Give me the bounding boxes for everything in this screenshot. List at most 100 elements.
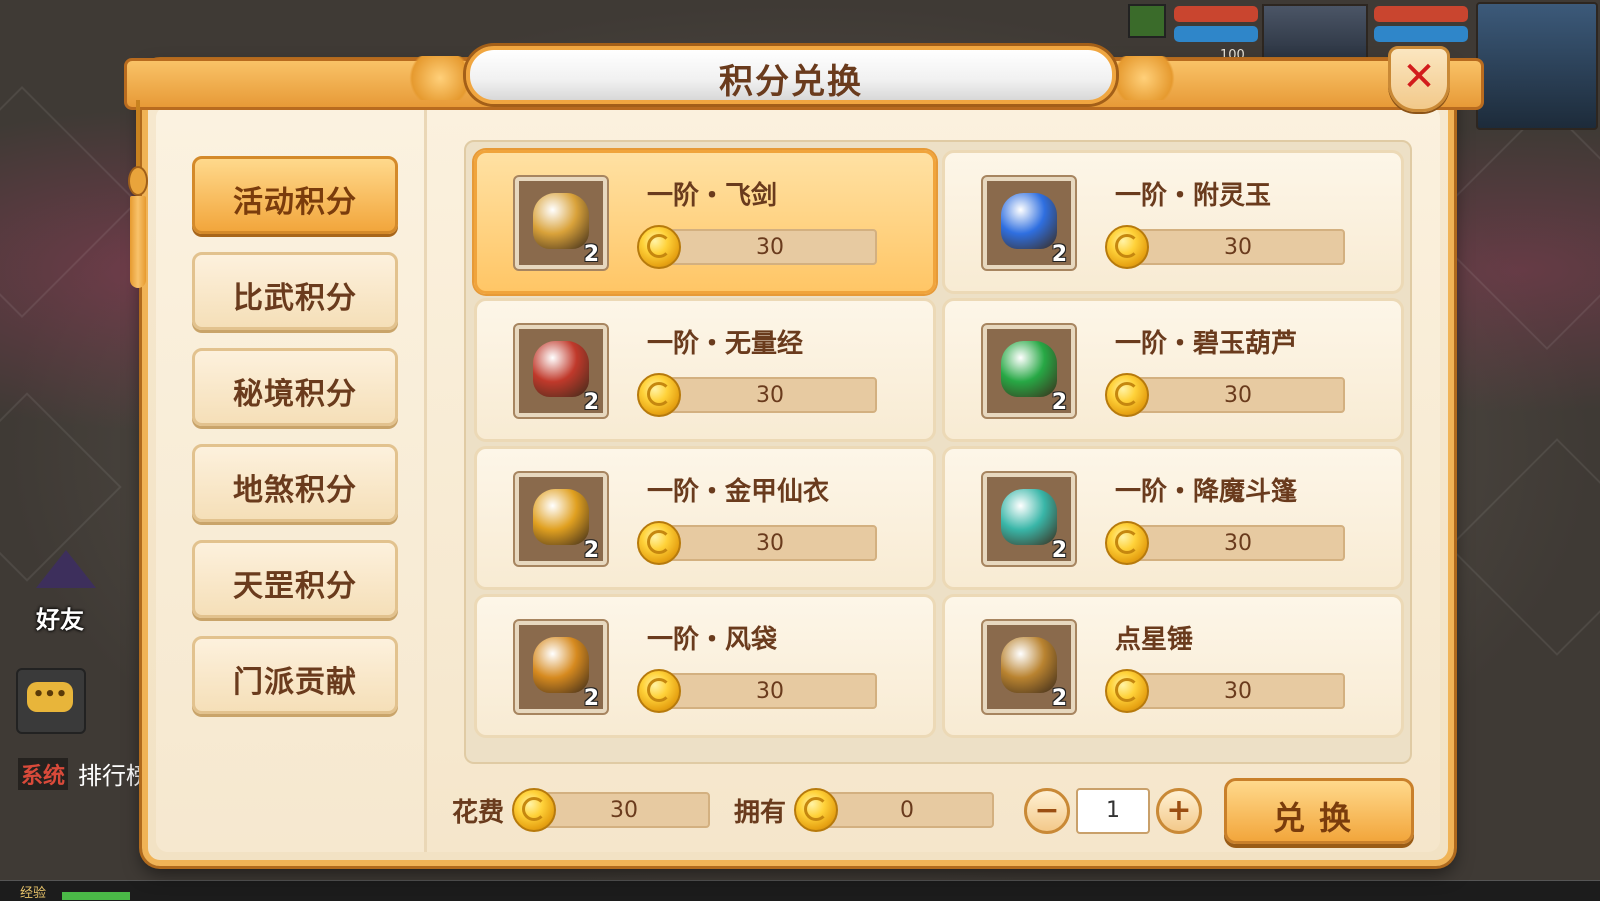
item-icon-frame: 2 bbox=[515, 473, 607, 565]
flying-sword-icon bbox=[533, 193, 589, 249]
minus-icon: − bbox=[1034, 793, 1060, 828]
item-price-bar: 30 bbox=[663, 673, 877, 709]
title-banner: 积分兑换 bbox=[466, 46, 1116, 104]
friend-label: 好友 bbox=[36, 606, 84, 634]
chat-dots: ••• bbox=[32, 684, 68, 705]
coin-icon bbox=[1105, 373, 1149, 417]
quantity-field[interactable]: 1 bbox=[1076, 788, 1150, 834]
item-name: 一阶・降魔斗篷 bbox=[1115, 477, 1298, 507]
item-price-bar: 30 bbox=[1131, 229, 1345, 265]
close-button[interactable]: ✕ bbox=[1388, 46, 1450, 112]
close-icon: ✕ bbox=[1402, 54, 1436, 100]
player-portrait[interactable] bbox=[1476, 2, 1598, 130]
item-price-bar: 30 bbox=[663, 525, 877, 561]
buff-icon[interactable] bbox=[1128, 4, 1166, 38]
owned-value: 0 bbox=[900, 798, 914, 823]
dialog-title: 积分兑换 bbox=[719, 62, 863, 102]
tab-label: 天罡积分 bbox=[233, 569, 357, 604]
item-price-bar: 30 bbox=[1131, 525, 1345, 561]
tab-label: 活动积分 bbox=[233, 185, 357, 220]
item-icon-frame: 2 bbox=[515, 621, 607, 713]
tassel-ornament-icon bbox=[126, 100, 150, 290]
tab-4[interactable]: 地煞积分 bbox=[192, 444, 398, 522]
item-icon-frame: 2 bbox=[983, 325, 1075, 417]
item-name: 一阶・飞剑 bbox=[647, 181, 778, 211]
cost-coin-icon bbox=[512, 788, 556, 832]
item-price: 30 bbox=[756, 235, 784, 260]
tab-label: 秘境积分 bbox=[233, 377, 357, 412]
tab-6[interactable]: 门派贡献 bbox=[192, 636, 398, 714]
item-name: 一阶・附灵玉 bbox=[1115, 181, 1272, 211]
pet-hp-bar bbox=[1174, 6, 1258, 22]
item-name: 一阶・碧玉葫芦 bbox=[1115, 329, 1298, 359]
chat-bubble-icon: ••• bbox=[27, 682, 73, 712]
owned-bar: 0 bbox=[820, 792, 994, 828]
experience-fill bbox=[62, 892, 130, 900]
exchange-item-card[interactable]: 2 一阶・风袋 30 bbox=[474, 594, 936, 738]
item-count: 2 bbox=[583, 686, 599, 711]
item-count: 2 bbox=[583, 538, 599, 563]
tab-1[interactable]: 活动积分 bbox=[192, 156, 398, 234]
gourd-icon bbox=[1001, 341, 1057, 397]
friend-button[interactable]: 好友 bbox=[18, 544, 110, 636]
cost-value: 30 bbox=[610, 798, 638, 823]
player-hp-bar bbox=[1374, 6, 1468, 22]
system-channel-tag: 系统 bbox=[18, 758, 69, 790]
coin-icon bbox=[637, 225, 681, 269]
item-icon-frame: 2 bbox=[515, 325, 607, 417]
plus-icon: + bbox=[1166, 793, 1192, 828]
spirit-jade-icon bbox=[1001, 193, 1057, 249]
tab-label: 门派贡献 bbox=[233, 665, 357, 700]
item-name: 一阶・无量经 bbox=[647, 329, 804, 359]
owned-label: 拥有 bbox=[734, 798, 787, 828]
item-icon-frame: 2 bbox=[983, 177, 1075, 269]
item-price-bar: 30 bbox=[663, 377, 877, 413]
chat-button[interactable]: ••• bbox=[16, 668, 86, 734]
player-mp-bar bbox=[1374, 26, 1468, 42]
tab-2[interactable]: 比武积分 bbox=[192, 252, 398, 330]
cost-bar: 30 bbox=[538, 792, 710, 828]
exchange-item-card[interactable]: 2 点星锤 30 bbox=[942, 594, 1404, 738]
tab-5[interactable]: 天罡积分 bbox=[192, 540, 398, 618]
exchange-item-card[interactable]: 2 一阶・降魔斗篷 30 bbox=[942, 446, 1404, 590]
item-name: 一阶・金甲仙衣 bbox=[647, 477, 830, 507]
item-price-bar: 30 bbox=[1131, 377, 1345, 413]
exchange-item-card[interactable]: 2 一阶・金甲仙衣 30 bbox=[474, 446, 936, 590]
decrease-quantity-button[interactable]: − bbox=[1024, 788, 1070, 834]
item-name: 一阶・风袋 bbox=[647, 625, 778, 655]
wind-bag-icon bbox=[533, 637, 589, 693]
tab-label: 比武积分 bbox=[233, 281, 357, 316]
exchange-item-card[interactable]: 2 一阶・碧玉葫芦 30 bbox=[942, 298, 1404, 442]
item-price: 30 bbox=[1224, 235, 1252, 260]
exchange-item-card[interactable]: 2 一阶・附灵玉 30 bbox=[942, 150, 1404, 294]
pet-portrait[interactable] bbox=[1262, 4, 1368, 62]
coin-icon bbox=[637, 373, 681, 417]
coin-icon bbox=[1105, 669, 1149, 713]
item-price: 30 bbox=[1224, 531, 1252, 556]
exchange-button[interactable]: 兑换 bbox=[1224, 778, 1414, 844]
hammer-icon bbox=[1001, 637, 1057, 693]
system-message: 排行榜 bbox=[78, 762, 150, 790]
exchange-item-card[interactable]: 2 一阶・飞剑 30 bbox=[474, 150, 936, 294]
item-price: 30 bbox=[756, 531, 784, 556]
item-icon-frame: 2 bbox=[515, 177, 607, 269]
item-price: 30 bbox=[756, 383, 784, 408]
item-count: 2 bbox=[583, 242, 599, 267]
cloak-icon bbox=[1001, 489, 1057, 545]
tab-3[interactable]: 秘境积分 bbox=[192, 348, 398, 426]
exchange-item-card[interactable]: 2 一阶・无量经 30 bbox=[474, 298, 936, 442]
item-count: 2 bbox=[1051, 538, 1067, 563]
item-price: 30 bbox=[1224, 679, 1252, 704]
increase-quantity-button[interactable]: + bbox=[1156, 788, 1202, 834]
item-price: 30 bbox=[756, 679, 784, 704]
item-price: 30 bbox=[1224, 383, 1252, 408]
experience-label: 经验 bbox=[20, 886, 47, 901]
coin-icon bbox=[1105, 225, 1149, 269]
coin-icon bbox=[1105, 521, 1149, 565]
coin-icon bbox=[637, 669, 681, 713]
item-icon-frame: 2 bbox=[983, 473, 1075, 565]
tab-label: 地煞积分 bbox=[233, 473, 357, 508]
item-count: 2 bbox=[1051, 242, 1067, 267]
coin-icon bbox=[637, 521, 681, 565]
item-count: 2 bbox=[583, 390, 599, 415]
